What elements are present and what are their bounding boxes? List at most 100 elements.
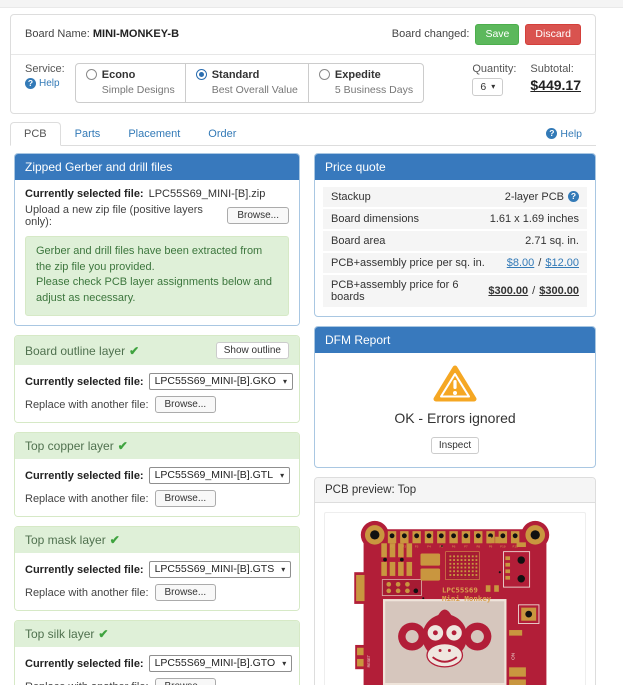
- layer-file-value: LPC55S69_MINI-[B].GTL: [155, 469, 273, 481]
- quantity-label: Quantity:: [472, 63, 516, 75]
- right-column: Price quote Stackup 2-layer PCB ? Board …: [314, 153, 596, 685]
- layer-browse-button[interactable]: Browse...: [155, 396, 217, 413]
- row-value: 2.71 sq. in.: [525, 235, 579, 247]
- replace-file-label: Replace with another file:: [25, 587, 149, 599]
- dfm-report-panel: DFM Report OK - Errors ignored Inspect: [314, 326, 596, 468]
- tab-pcb[interactable]: PCB: [10, 122, 61, 146]
- inspect-button[interactable]: Inspect: [431, 437, 479, 454]
- row-value: 2-layer PCB: [505, 191, 564, 203]
- board-name: Board Name: MINI-MONKEY-B: [25, 28, 179, 40]
- tab-placement[interactable]: Placement: [114, 122, 194, 146]
- tab-order[interactable]: Order: [194, 122, 250, 146]
- service-option-desc: Simple Designs: [102, 84, 175, 96]
- replace-file-label: Replace with another file:: [25, 493, 149, 505]
- warning-triangle-icon: [433, 365, 477, 403]
- service-option-name: Standard: [212, 69, 260, 81]
- silk-text-on: ON: [511, 652, 516, 659]
- current-file-label: Currently selected file:: [25, 470, 144, 482]
- layer-file-value: LPC55S69_MINI-[B].GKO: [155, 375, 276, 387]
- service-help-label: Help: [39, 78, 60, 89]
- gerber-panel-title: Zipped Gerber and drill files: [15, 154, 299, 180]
- chevron-down-icon: ▾: [491, 82, 495, 91]
- chevron-down-icon: ▾: [282, 659, 286, 668]
- price-separator: /: [532, 285, 535, 297]
- layer-title: Top silk layer✔: [25, 627, 108, 641]
- radio-expedite[interactable]: [319, 69, 330, 80]
- layer-file-value: LPC55S69_MINI-[B].GTO: [155, 657, 276, 669]
- help-icon: ?: [25, 78, 36, 89]
- silk-text-reset: RESET: [367, 654, 371, 667]
- check-icon: ✔: [129, 344, 139, 358]
- service-option-expedite[interactable]: Expedite 5 Business Days: [308, 63, 424, 103]
- quantity-dropdown[interactable]: 6 ▾: [472, 78, 503, 96]
- svg-text:P11: P11: [512, 544, 518, 548]
- price-quote-panel: Price quote Stackup 2-layer PCB ? Board …: [314, 153, 596, 317]
- service-option-desc: Best Overall Value: [212, 84, 298, 96]
- layer-file-select-gto[interactable]: LPC55S69_MINI-[B].GTO ▾: [149, 655, 293, 672]
- subtotal-value[interactable]: $449.17: [530, 77, 581, 93]
- svg-text:P10: P10: [500, 544, 506, 548]
- layer-title: Board outline layer✔: [25, 344, 139, 358]
- svg-text:P8: P8: [476, 544, 480, 548]
- pcb-preview-top-panel: PCB preview: Top: [314, 477, 596, 685]
- svg-text:P4: P4: [427, 544, 431, 548]
- layer-browse-button[interactable]: Browse...: [155, 584, 217, 601]
- layer-title: Top mask layer✔: [25, 533, 120, 547]
- board-name-label: Board Name:: [25, 28, 90, 40]
- pcb-price-link[interactable]: $8.00: [507, 257, 535, 269]
- layer-file-select-gts[interactable]: LPC55S69_MINI-[B].GTS ▾: [149, 561, 292, 578]
- browser-chrome-strip: [0, 0, 623, 8]
- current-file-label: Currently selected file:: [25, 658, 144, 670]
- svg-text:P6: P6: [452, 544, 456, 548]
- tabs-help-label: Help: [560, 128, 582, 140]
- layer-panel-top-copper: Top copper layer✔ Currently selected fil…: [14, 432, 300, 517]
- check-icon: ✔: [118, 439, 128, 453]
- layer-panel-top-silk: Top silk layer✔ Currently selected file:…: [14, 620, 300, 685]
- layer-title: Top copper layer✔: [25, 439, 128, 453]
- pcb-total-link[interactable]: $300.00: [488, 285, 528, 297]
- price-row-per-sqin: PCB+assembly price per sq. in. $8.00 / $…: [323, 253, 587, 273]
- svg-text:P1: P1: [390, 544, 394, 548]
- price-quote-title: Price quote: [315, 154, 595, 180]
- dfm-report-title: DFM Report: [315, 327, 595, 353]
- zip-file-name: LPC55S69_MINI-[B].zip: [149, 188, 266, 200]
- save-button[interactable]: Save: [475, 24, 519, 45]
- page-container: Board Name: MINI-MONKEY-B Board changed:…: [10, 14, 596, 685]
- dfm-status-text: OK - Errors ignored: [325, 410, 585, 426]
- zip-browse-button[interactable]: Browse...: [227, 207, 289, 224]
- assembly-total-link[interactable]: $300.00: [539, 285, 579, 297]
- gerber-panel: Zipped Gerber and drill files Currently …: [14, 153, 300, 327]
- gerber-extracted-alert: Gerber and drill files have been extract…: [25, 236, 289, 317]
- tab-parts[interactable]: Parts: [61, 122, 115, 146]
- discard-button[interactable]: Discard: [525, 24, 581, 45]
- svg-text:P9: P9: [489, 544, 493, 548]
- pcb-top-preview-image: LPC55S69 Mini Monkey RESET ON P1 P2 P3 P…: [324, 512, 586, 685]
- layer-file-select-gko[interactable]: LPC55S69_MINI-[B].GKO ▾: [149, 373, 293, 390]
- layer-file-select-gtl[interactable]: LPC55S69_MINI-[B].GTL ▾: [149, 467, 290, 484]
- replace-file-label: Replace with another file:: [25, 399, 149, 411]
- row-label: Stackup: [331, 191, 371, 203]
- service-option-econo[interactable]: Econo Simple Designs: [75, 63, 186, 103]
- pcb-preview-top-title: PCB preview: Top: [315, 478, 595, 503]
- layer-browse-button[interactable]: Browse...: [155, 678, 217, 685]
- left-column: Zipped Gerber and drill files Currently …: [14, 153, 300, 685]
- service-option-standard[interactable]: Standard Best Overall Value: [185, 63, 309, 103]
- quantity-value: 6: [480, 81, 486, 93]
- radio-econo[interactable]: [86, 69, 97, 80]
- service-help-link[interactable]: ? Help: [25, 78, 65, 89]
- layer-panel-board-outline: Board outline layer✔ Show outline Curren…: [14, 335, 300, 423]
- layer-browse-button[interactable]: Browse...: [155, 490, 217, 507]
- svg-text:P3: P3: [415, 544, 419, 548]
- help-icon: ?: [546, 128, 557, 139]
- board-changed-label: Board changed:: [392, 28, 470, 40]
- show-outline-button[interactable]: Show outline: [216, 342, 289, 359]
- current-file-label: Currently selected file:: [25, 564, 144, 576]
- help-icon[interactable]: ?: [568, 191, 579, 202]
- board-name-value: MINI-MONKEY-B: [93, 28, 179, 40]
- assembly-price-link[interactable]: $12.00: [545, 257, 579, 269]
- replace-file-label: Replace with another file:: [25, 681, 149, 685]
- row-label: Board dimensions: [331, 213, 419, 225]
- radio-standard[interactable]: [196, 69, 207, 80]
- tabs-help-link[interactable]: ? Help: [546, 128, 582, 140]
- subtotal-label: Subtotal:: [530, 63, 581, 75]
